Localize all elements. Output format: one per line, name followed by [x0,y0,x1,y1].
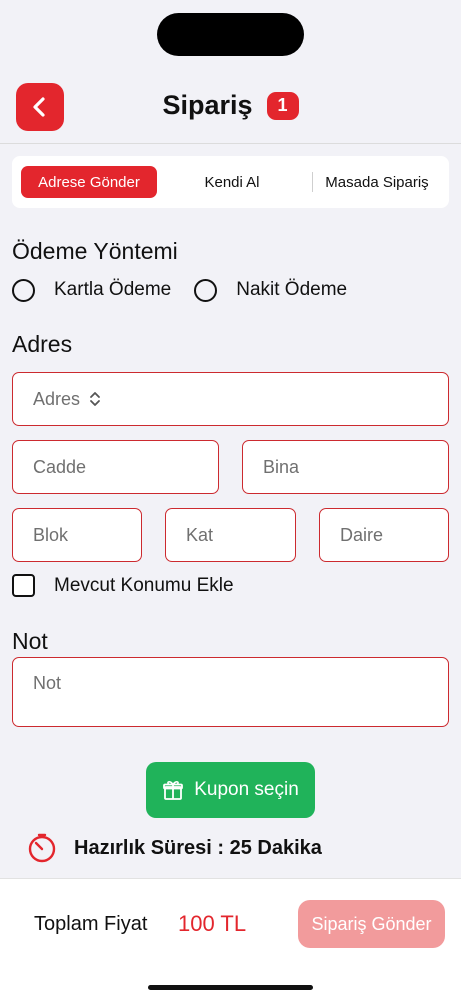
page-title: Sipariş [162,90,253,120]
header-divider [0,143,461,144]
building-placeholder: Bina [263,456,300,477]
select-arrows-icon [88,390,102,408]
preparation-time: Hazırlık Süresi : 25 Dakika [26,832,322,864]
note-field[interactable]: Not [12,657,449,727]
preparation-time-text: Hazırlık Süresi : 25 Dakika [74,836,322,859]
address-select-placeholder: Adres [33,388,81,409]
radio-circle [12,278,35,302]
tab-separator [312,172,313,192]
payment-options: Kartla Ödeme Nakit Ödeme [12,277,347,303]
payment-option-label: Kartla Ödeme [54,279,172,300]
tab-masada-siparis[interactable]: Masada Sipariş [315,166,439,198]
total-price-label: Toplam Fiyat [34,913,148,935]
dynamic-island [157,13,304,56]
select-coupon-button[interactable]: Kupon seçin [146,762,315,818]
timer-icon [28,833,56,863]
tab-kendi-al[interactable]: Kendi Al [167,166,297,198]
use-current-location-label: Mevcut Konumu Ekle [54,574,234,596]
title-group: Sipariş 1 [0,90,461,121]
building-field[interactable]: Bina [242,440,449,494]
checkbox-box [12,574,35,597]
submit-order-label: Sipariş Gönder [311,913,432,934]
block-field[interactable]: Blok [12,508,142,562]
cart-count-badge: 1 [266,91,299,120]
payment-option-cash[interactable]: Nakit Ödeme [194,278,348,302]
apartment-field[interactable]: Daire [319,508,449,562]
payment-option-card[interactable]: Kartla Ödeme [12,278,172,302]
use-current-location-checkbox[interactable]: Mevcut Konumu Ekle [12,574,234,597]
radio-circle [194,278,218,302]
note-placeholder: Not [33,673,62,693]
street-field[interactable]: Cadde [12,440,219,494]
select-coupon-label: Kupon seçin [194,779,299,800]
payment-method-title: Ödeme Yöntemi [12,238,178,264]
address-select[interactable]: Adres [12,372,449,426]
footer-bar: Toplam Fiyat 100 TL Sipariş Gönder [0,878,461,1000]
total-price-value: 100 TL [178,911,247,936]
submit-order-button[interactable]: Sipariş Gönder [298,900,445,948]
tab-adrese-gonder[interactable]: Adrese Gönder [21,166,157,198]
gift-icon [163,781,184,800]
floor-placeholder: Kat [186,524,214,545]
block-placeholder: Blok [33,524,69,545]
floor-field[interactable]: Kat [165,508,296,562]
home-indicator[interactable] [148,985,313,990]
payment-option-label: Nakit Ödeme [236,279,348,300]
apartment-placeholder: Daire [340,524,384,545]
address-title: Adres [12,331,73,357]
note-title: Not [12,628,48,654]
delivery-type-tabs: Adrese Gönder Kendi Al Masada Sipariş [12,156,449,208]
street-placeholder: Cadde [33,456,87,477]
header: Sipariş 1 [0,80,461,136]
